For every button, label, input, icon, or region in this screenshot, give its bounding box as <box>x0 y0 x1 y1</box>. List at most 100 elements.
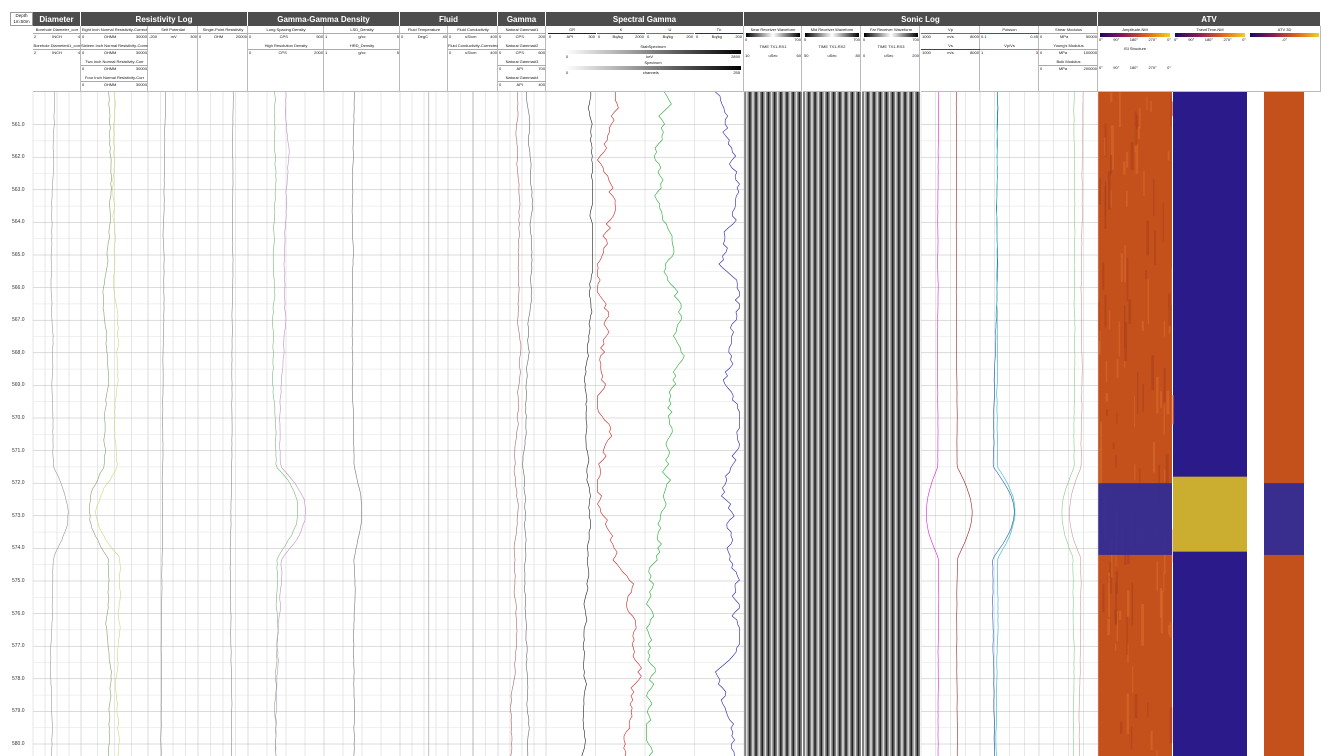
atv-texture <box>1124 322 1127 361</box>
waveform-stripe <box>891 92 894 756</box>
curve-diameter <box>50 92 69 756</box>
scale-min: 1 <box>325 34 328 39</box>
waveform-stripe <box>851 92 853 756</box>
scale-max: 4 <box>77 50 80 55</box>
atv-texture <box>1147 278 1150 324</box>
atv-texture <box>1124 244 1126 283</box>
scale-unit: OHMM <box>103 34 117 39</box>
atv-texture <box>1110 92 1113 103</box>
scale-max: 8000 <box>970 50 979 55</box>
atv-traveltime-ticks: 0° 90° 180° 270° 0° <box>1173 37 1247 43</box>
scale-min: 0 <box>804 37 807 42</box>
scale-line <box>695 33 743 34</box>
atv-texture <box>1156 750 1158 756</box>
group-density[interactable]: Gamma-Gamma Density <box>248 12 400 26</box>
track-scale-gamma-2: 0 API 700 <box>498 66 546 72</box>
waveform-stripe <box>773 92 776 756</box>
curve-res-normal-1 <box>95 92 121 756</box>
track-scale-spec-3: 0 Bq/kg 200 <box>695 34 743 40</box>
curve-spr <box>229 92 234 756</box>
scale-min: 0 <box>863 37 866 42</box>
curve-lsd <box>272 92 299 756</box>
group-fluid[interactable]: Fluid <box>400 12 498 26</box>
track-scale-spec-0: 0 API 300 <box>548 34 596 40</box>
atv-texture <box>1106 409 1108 416</box>
waveform-stripe <box>857 92 860 756</box>
atv-texture <box>1141 321 1144 331</box>
depth-label: 566.0 <box>12 284 25 291</box>
waveform-stripe <box>752 92 754 756</box>
scale-max: 3 <box>1035 50 1038 55</box>
scale-min: 0 <box>82 50 85 55</box>
scale-unit: CPS <box>515 34 524 39</box>
group-spectral-gamma[interactable]: Spectral Gamma <box>546 12 744 26</box>
scale-line <box>980 33 1039 34</box>
atv-texture <box>1119 92 1121 128</box>
atv-texture <box>1104 137 1106 156</box>
atv-texture <box>1134 464 1136 481</box>
group-sonic[interactable]: Sonic Log <box>744 12 1098 26</box>
tick-4: 0° <box>1167 37 1171 42</box>
group-resistivity[interactable]: Resistivity Log <box>81 12 248 26</box>
waveform-stripe <box>758 92 760 756</box>
atv-texture <box>1167 151 1170 161</box>
atv-texture <box>1142 383 1145 412</box>
scale-min: 0 <box>499 66 502 71</box>
curve-hrd <box>274 92 307 756</box>
waveform-stripe <box>842 92 844 756</box>
atv-texture <box>1168 293 1172 327</box>
scale-min: 0 <box>1040 66 1043 71</box>
atv-texture <box>1164 469 1166 482</box>
scale-unit: uSec <box>884 53 894 58</box>
scale-unit: g/cc <box>358 50 366 55</box>
waveform-stripe <box>780 92 782 756</box>
scale-unit: Bq/kg <box>662 34 673 39</box>
waveform-stripe <box>888 92 891 756</box>
atv-texture <box>1115 643 1117 651</box>
scale-min: 0 <box>499 50 502 55</box>
curve-sp <box>160 92 166 756</box>
group-diameter[interactable]: Diameter <box>33 12 81 26</box>
group-gamma[interactable]: Gamma <box>498 12 546 26</box>
scale-line <box>33 49 81 50</box>
atv-texture <box>1116 412 1118 424</box>
scale-unit: uS/cm <box>465 34 477 39</box>
atv-texture <box>1152 442 1156 473</box>
scale-line <box>498 33 546 34</box>
curve-res-normal-2 <box>88 92 112 756</box>
atv-texture <box>1156 376 1159 414</box>
waveform-stripe <box>839 92 841 756</box>
atv-texture <box>1119 610 1122 620</box>
scale-unit: DegC <box>417 34 428 39</box>
depth-label: 564.0 <box>12 219 25 226</box>
scale-max: 2000 <box>314 50 323 55</box>
track-scale-res-1: 0 OHMM 30000 <box>81 50 148 56</box>
scale-unit: g/cc <box>358 34 366 39</box>
depth-label: 561.0 <box>12 121 25 128</box>
atv-texture <box>1126 152 1129 168</box>
atv-texture <box>1098 301 1100 341</box>
scale-unit: channels <box>642 70 659 75</box>
scale-line <box>81 81 148 82</box>
log-plot-svg[interactable] <box>0 92 1333 756</box>
scale-unit: OHM <box>213 34 224 39</box>
waveform-stripe <box>764 92 767 756</box>
track-scale-spec-2: 0 Bq/kg 200 <box>646 34 694 40</box>
scale-unit: OHMM <box>103 66 117 71</box>
scale-line <box>198 33 248 34</box>
waveform-time-scale-0: 10 uSec 60 <box>744 53 802 59</box>
atv-structure-ticks: 0° 90° 180° 270° 0° <box>1098 65 1172 71</box>
waveform-stripe <box>761 92 763 756</box>
scale-max: 40 <box>442 34 447 39</box>
scale-max: 20000 <box>235 34 247 39</box>
atv-texture <box>1147 702 1149 717</box>
depth-label: 563.0 <box>12 186 25 193</box>
track-scale-fcond-1: 0 uS/cm 400 <box>448 50 498 56</box>
scale-unit: Bq/kg <box>612 34 623 39</box>
atv-texture <box>1166 390 1170 415</box>
group-atv[interactable]: ATV <box>1098 12 1321 26</box>
waveform-stripe <box>814 92 816 756</box>
curve-vpvs <box>995 92 1016 756</box>
log-plot-area[interactable]: 561.0 562.0 563.0 564.0 565.0 566.0 567.0 568.0… <box>0 92 1333 756</box>
tick-0: 0° <box>1174 37 1178 42</box>
